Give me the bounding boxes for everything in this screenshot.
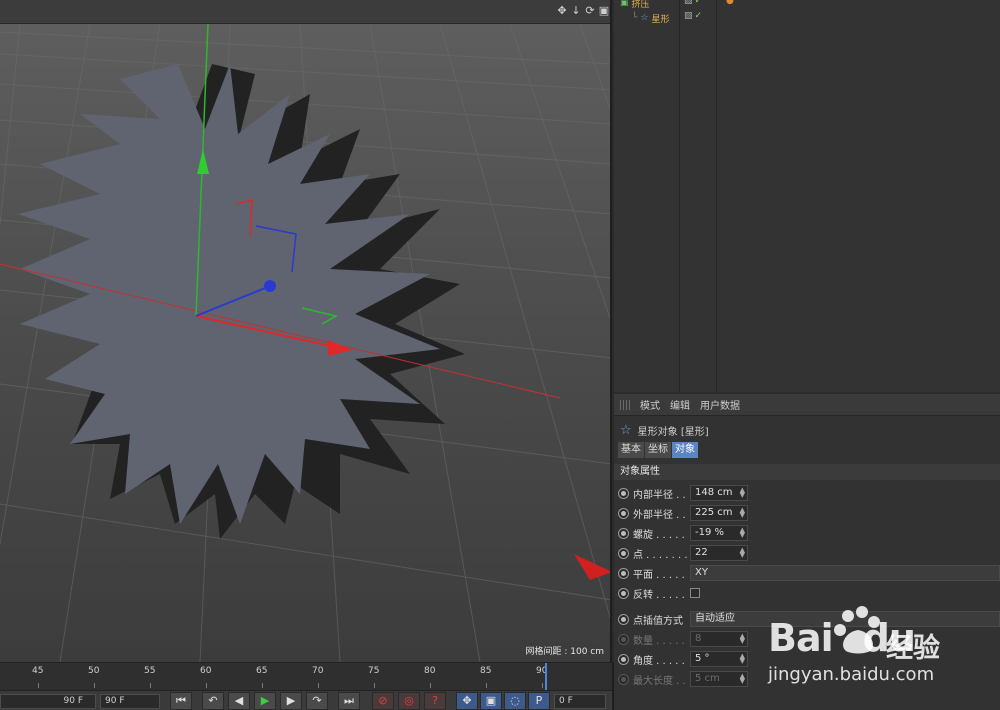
star-icon: ☆ — [620, 422, 632, 438]
current-frame-field[interactable]: 0 F — [554, 694, 606, 709]
attribute-menubar: 模式 编辑 用户数据 — [614, 394, 1000, 416]
visibility-icon[interactable]: ▨ — [684, 11, 693, 21]
twist-field[interactable]: -19 % ▲ ▼ — [690, 525, 748, 541]
animate-radio[interactable] — [618, 613, 629, 625]
ruler-tick-label: 50 — [88, 666, 100, 676]
param-plane: 平面 . . . . . XY — [618, 563, 1000, 583]
spinner-icon: ▲ ▼ — [739, 546, 745, 559]
prev-key-icon[interactable]: ↶ — [202, 692, 224, 710]
rotate-key-icon[interactable]: ◌ — [504, 692, 526, 710]
ruler-tick-label: 85 — [480, 666, 492, 676]
animate-radio[interactable] — [618, 587, 629, 599]
go-to-start-icon[interactable]: ⏮ — [170, 692, 192, 710]
spinner-icon: ▲ ▼ — [739, 632, 745, 645]
spinner-icon: ▲ ▼ — [739, 486, 745, 499]
menu-user-data[interactable]: 用户数据 — [700, 397, 740, 412]
check-icon[interactable]: ✓ — [695, 0, 703, 6]
tag-icon[interactable]: ● — [726, 0, 734, 6]
attribute-tabs: 基本 坐标 对象 — [614, 442, 1000, 458]
animate-radio[interactable] — [618, 487, 629, 499]
auto-key-icon[interactable]: ◎ — [398, 692, 420, 710]
param-key-icon[interactable]: P — [528, 692, 550, 710]
object-row-star[interactable]: └ ☆ 星形 — [632, 11, 670, 25]
ruler-tick-label: 65 — [256, 666, 268, 676]
object-row-extrude[interactable]: ▣ 挤压 — [620, 0, 650, 10]
animate-radio[interactable] — [618, 507, 629, 519]
plane-dropdown[interactable]: XY — [690, 565, 1000, 581]
check-icon[interactable]: ✓ — [695, 11, 703, 21]
ruler-tick-label: 45 — [32, 666, 44, 676]
animate-radio[interactable] — [618, 653, 629, 665]
spinner-icon: ▲ ▼ — [739, 652, 745, 665]
spinner-icon: ▲ ▼ — [739, 506, 745, 519]
ruler-tick-label: 80 — [424, 666, 436, 676]
extrude-icon: ▣ — [620, 0, 629, 8]
param-reverse: 反转 . . . . . — [618, 583, 1000, 603]
z-axis-handle[interactable] — [264, 280, 276, 292]
inner-radius-field[interactable]: 148 cm ▲ ▼ — [690, 485, 748, 501]
ruler-tick-label: 60 — [200, 666, 212, 676]
param-twist: 螺旋 . . . . . -19 % ▲ ▼ — [618, 523, 1000, 543]
maximize-icon[interactable]: ▣ — [598, 5, 610, 17]
3d-scene[interactable] — [0, 24, 612, 662]
watermark-text: 经验 — [886, 633, 940, 664]
tab-coordinates[interactable]: 坐标 — [645, 442, 671, 458]
tab-object[interactable]: 对象 — [672, 442, 698, 458]
animate-radio[interactable] — [618, 633, 629, 645]
viewport[interactable]: ✥ ↓ ⟳ ▣ 网格间距: 100 cm — [0, 0, 612, 662]
star-icon: ☆ — [640, 13, 649, 23]
param-points: 点 . . . . . . . 22 ▲ ▼ — [618, 543, 1000, 563]
next-frame-icon[interactable]: ▶ — [280, 692, 302, 710]
tab-basic[interactable]: 基本 — [618, 442, 644, 458]
prev-frame-icon[interactable]: ◀ — [228, 692, 250, 710]
end-frame-field[interactable]: 90 F — [100, 694, 160, 709]
count-field[interactable]: 8 ▲ ▼ — [690, 631, 748, 647]
next-key-icon[interactable]: ↷ — [306, 692, 328, 710]
object-title: ☆ 星形对象 [星形] — [620, 422, 709, 438]
record-icon[interactable]: ⊘ — [372, 692, 394, 710]
reverse-checkbox[interactable] — [690, 588, 700, 598]
grip-icon[interactable] — [620, 399, 630, 410]
scale-key-icon[interactable]: ▣ — [480, 692, 502, 710]
grid-spacing-label: 网格间距 : 100 cm — [523, 643, 606, 658]
object-manager: ▣ 挤压 ▨ ✓ └ ☆ 星形 ▨ ✓ ● — [614, 0, 1000, 392]
move-key-icon[interactable]: ✥ — [456, 692, 478, 710]
go-to-end-icon[interactable]: ⏭ — [338, 692, 360, 710]
animate-radio[interactable] — [618, 547, 629, 559]
watermark-url: jingyan.baidu.com — [768, 664, 935, 685]
spinner-icon: ▲ ▼ — [739, 672, 745, 685]
section-object-properties: 对象属性 — [614, 464, 1000, 480]
viewport-toolbar: ✥ ↓ ⟳ ▣ — [0, 0, 610, 24]
animate-radio[interactable] — [618, 527, 629, 539]
help-icon[interactable]: ? — [424, 692, 446, 710]
param-outer-radius: 外部半径 . . 225 cm ▲ ▼ — [618, 503, 1000, 523]
visibility-icon[interactable]: ▨ — [684, 0, 693, 6]
transport-bar: 90 F 90 F ⏮ ↶ ◀ ▶ ▶ ↷ ⏭ ⊘ ◎ ? ✥ ▣ ◌ P 0 … — [0, 690, 612, 710]
down-arrow-icon[interactable]: ↓ — [570, 5, 582, 17]
rotate-view-icon[interactable]: ⟳ — [584, 5, 596, 17]
ruler-tick-label: 70 — [312, 666, 324, 676]
max-length-field[interactable]: 5 cm ▲ ▼ — [690, 671, 748, 687]
animate-radio[interactable] — [618, 673, 629, 685]
move-view-icon[interactable]: ✥ — [556, 5, 568, 17]
playhead[interactable] — [545, 663, 547, 690]
menu-mode[interactable]: 模式 — [640, 397, 660, 412]
timeline-ruler[interactable]: 45 50 55 60 65 70 75 80 85 90 — [0, 662, 612, 690]
baidu-watermark: Bai du 经验 jingyan.baidu.com — [768, 602, 998, 692]
tree-branch-icon: └ — [632, 13, 638, 23]
start-frame-field[interactable]: 90 F — [0, 694, 96, 709]
outer-radius-field[interactable]: 225 cm ▲ ▼ — [690, 505, 748, 521]
play-icon[interactable]: ▶ — [254, 692, 276, 710]
ruler-tick-label: 55 — [144, 666, 156, 676]
object-flags-star[interactable]: ▨ ✓ — [684, 11, 702, 21]
points-field[interactable]: 22 ▲ ▼ — [690, 545, 748, 561]
paw-icon — [834, 606, 880, 654]
ruler-tick-label: 75 — [368, 666, 380, 676]
angle-field[interactable]: 5 ° ▲ ▼ — [690, 651, 748, 667]
object-flags-extrude[interactable]: ▨ ✓ — [684, 0, 702, 6]
animate-radio[interactable] — [618, 567, 629, 579]
menu-edit[interactable]: 编辑 — [670, 397, 690, 412]
spinner-icon: ▲ ▼ — [739, 526, 745, 539]
param-inner-radius: 内部半径 . . 148 cm ▲ ▼ — [618, 483, 1000, 503]
